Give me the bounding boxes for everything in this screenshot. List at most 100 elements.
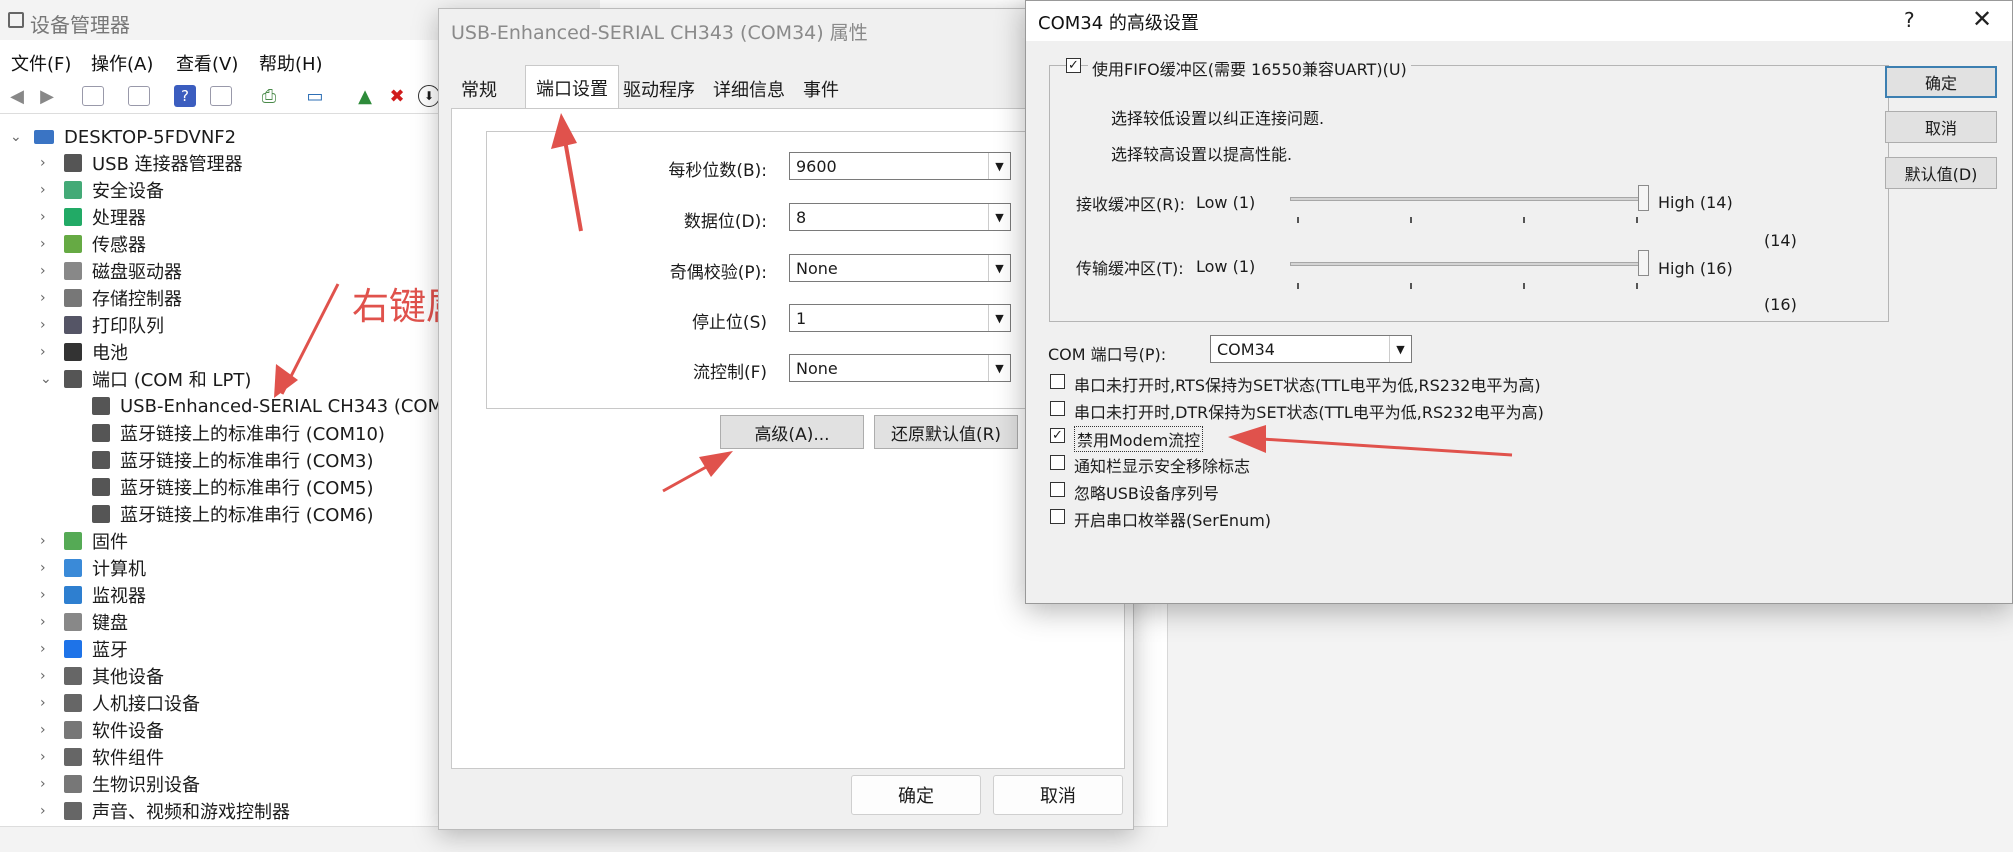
chevron-right-icon[interactable]: › — [40, 641, 54, 657]
chevron-right-icon[interactable]: › — [40, 533, 54, 549]
chevron-right-icon[interactable]: › — [40, 668, 54, 684]
help-icon[interactable]: ? — [174, 85, 196, 107]
tree-item-category[interactable]: › 存储控制器 — [40, 285, 182, 311]
forward-icon[interactable]: ▶ — [34, 84, 60, 108]
chevron-right-icon[interactable]: › — [40, 749, 54, 765]
chevron-right-icon[interactable]: › — [40, 722, 54, 738]
menu-file[interactable]: 文件(F) — [11, 50, 71, 76]
chevron-right-icon[interactable]: › — [40, 776, 54, 792]
tree-item-category[interactable]: › 磁盘驱动器 — [40, 258, 182, 284]
menu-action[interactable]: 操作(A) — [91, 50, 153, 76]
uninstall-icon[interactable]: ✖ — [384, 84, 410, 108]
properties-icon[interactable] — [128, 86, 150, 106]
tree-item-port-device[interactable]: 蓝牙链接上的标准串行 (COM6) — [92, 501, 373, 527]
tab-details[interactable]: 详细信息 — [703, 69, 795, 109]
close-icon[interactable]: ✕ — [1972, 5, 1992, 33]
tree-root[interactable]: ⌄ DESKTOP-5FDVNF2 — [10, 124, 236, 150]
tree-item-category[interactable]: ⌄ 端口 (COM 和 LPT) — [40, 366, 251, 392]
option-checkbox[interactable]: ✓ — [1050, 428, 1065, 443]
scan-hardware-icon[interactable]: ⎙ — [256, 84, 282, 108]
tab-events[interactable]: 事件 — [793, 69, 849, 109]
chevron-down-icon[interactable]: ▼ — [988, 255, 1010, 281]
tree-item-category[interactable]: › 生物识别设备 — [40, 771, 200, 797]
chevron-right-icon[interactable]: › — [40, 614, 54, 630]
restore-defaults-button[interactable]: 还原默认值(R) — [874, 415, 1018, 449]
chevron-down-icon[interactable]: ▼ — [1389, 336, 1411, 362]
chevron-right-icon[interactable]: › — [40, 155, 54, 171]
tx-buffer-thumb[interactable] — [1638, 250, 1649, 276]
tree-item-category[interactable]: › 计算机 — [40, 555, 146, 581]
rx-buffer-thumb[interactable] — [1638, 185, 1649, 211]
menu-view[interactable]: 查看(V) — [176, 50, 238, 76]
flow-control-select[interactable]: None ▼ — [789, 354, 1011, 382]
show-hide-console-icon[interactable] — [82, 86, 104, 106]
tab-general[interactable]: 常规 — [451, 69, 507, 109]
fifo-checkbox[interactable]: ✓ — [1066, 58, 1081, 73]
back-icon[interactable]: ◀ — [4, 84, 30, 108]
baud-select[interactable]: 9600 ▼ — [789, 152, 1011, 180]
defaults-button[interactable]: 默认值(D) — [1885, 157, 1997, 189]
tree-item-category[interactable]: › 传感器 — [40, 231, 146, 257]
help-button[interactable]: ? — [1904, 8, 1915, 32]
tree-item-category[interactable]: › 软件设备 — [40, 717, 164, 743]
chevron-right-icon[interactable]: › — [40, 290, 54, 306]
chevron-right-icon[interactable]: › — [40, 803, 54, 819]
tree-item-category[interactable]: › 电池 — [40, 339, 128, 365]
data-bits-select[interactable]: 8 ▼ — [789, 203, 1011, 231]
tree-item-port-device[interactable]: 蓝牙链接上的标准串行 (COM3) — [92, 447, 373, 473]
chevron-down-icon[interactable]: ⌄ — [10, 129, 24, 145]
chevron-down-icon[interactable]: ▼ — [988, 153, 1010, 179]
advanced-cancel-button[interactable]: 取消 — [1885, 111, 1997, 143]
chevron-right-icon[interactable]: › — [40, 560, 54, 576]
disable-device-icon[interactable]: ⬇ — [418, 85, 440, 107]
tree-item-category[interactable]: › 打印队列 — [40, 312, 164, 338]
tree-item-category[interactable]: › 其他设备 — [40, 663, 164, 689]
option-checkbox[interactable] — [1050, 374, 1065, 389]
option-checkbox[interactable] — [1050, 482, 1065, 497]
update-driver-icon[interactable]: ▲ — [352, 84, 378, 108]
data-bits-label: 数据位(D): — [683, 212, 767, 232]
option-checkbox[interactable] — [1050, 455, 1065, 470]
advanced-button[interactable]: 高级(A)... — [720, 415, 864, 449]
chevron-down-icon[interactable]: ▼ — [988, 355, 1010, 381]
parity-select[interactable]: None ▼ — [789, 254, 1011, 282]
chevron-right-icon[interactable]: › — [40, 344, 54, 360]
tree-item-port-device[interactable]: 蓝牙链接上的标准串行 (COM10) — [92, 420, 385, 446]
monitor-toolbar-icon[interactable]: ▭ — [302, 84, 328, 108]
view-icon[interactable] — [210, 86, 232, 106]
properties-ok-button[interactable]: 确定 — [851, 775, 981, 815]
chevron-right-icon[interactable]: › — [40, 236, 54, 252]
tree-item-category[interactable]: › 人机接口设备 — [40, 690, 200, 716]
com-port-select[interactable]: COM34 ▼ — [1210, 335, 1412, 363]
chevron-down-icon[interactable]: ⌄ — [40, 371, 54, 387]
tree-item-category[interactable]: › 软件组件 — [40, 744, 164, 770]
chevron-down-icon[interactable]: ▼ — [988, 305, 1010, 331]
tree-item-category[interactable]: › 处理器 — [40, 204, 146, 230]
chevron-right-icon[interactable]: › — [40, 587, 54, 603]
tree-item-category[interactable]: › 键盘 — [40, 609, 128, 635]
tab-port-settings[interactable]: 端口设置 — [525, 65, 619, 109]
chevron-right-icon[interactable]: › — [40, 317, 54, 333]
option-checkbox[interactable] — [1050, 509, 1065, 524]
tree-item-category[interactable]: › 安全设备 — [40, 177, 164, 203]
tree-item-category[interactable]: › 监视器 — [40, 582, 146, 608]
tree-item-category[interactable]: › 声音、视频和游戏控制器 — [40, 798, 290, 824]
tree-item-port-device[interactable]: 蓝牙链接上的标准串行 (COM5) — [92, 474, 373, 500]
tree-item-category[interactable]: › 蓝牙 — [40, 636, 128, 662]
advanced-ok-button[interactable]: 确定 — [1885, 66, 1997, 98]
parity-label: 奇偶校验(P): — [669, 263, 767, 283]
tree-item-category[interactable]: › 固件 — [40, 528, 128, 554]
tree-item-category[interactable]: › USB 连接器管理器 — [40, 150, 243, 176]
menu-help[interactable]: 帮助(H) — [259, 50, 323, 76]
properties-cancel-button[interactable]: 取消 — [993, 775, 1123, 815]
chevron-right-icon[interactable]: › — [40, 209, 54, 225]
chevron-down-icon[interactable]: ▼ — [988, 204, 1010, 230]
chevron-right-icon[interactable]: › — [40, 263, 54, 279]
option-checkbox[interactable] — [1050, 401, 1065, 416]
chevron-right-icon[interactable]: › — [40, 695, 54, 711]
chevron-right-icon[interactable]: › — [40, 182, 54, 198]
rx-buffer-slider[interactable] — [1290, 197, 1646, 201]
tab-driver[interactable]: 驱动程序 — [613, 69, 705, 109]
stop-bits-select[interactable]: 1 ▼ — [789, 304, 1011, 332]
tx-buffer-slider[interactable] — [1290, 262, 1646, 266]
